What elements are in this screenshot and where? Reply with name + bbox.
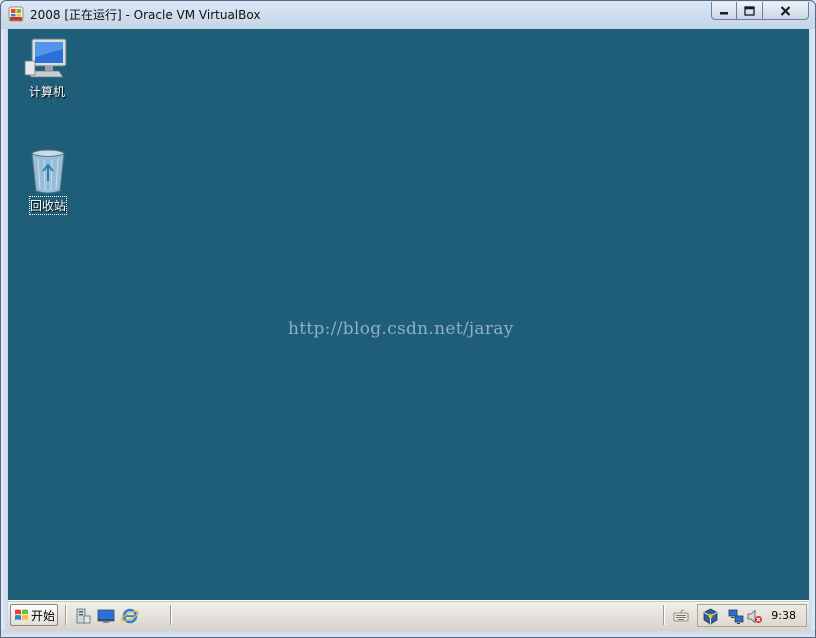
window-border-left xyxy=(1,29,8,631)
taskbar-separator xyxy=(663,605,665,625)
maximize-button[interactable] xyxy=(737,2,763,20)
network-icon[interactable] xyxy=(728,608,745,625)
maximize-icon xyxy=(744,5,755,16)
desktop-icon-computer[interactable]: 计算机 xyxy=(14,37,80,100)
taskbar-clock[interactable]: 9:38 xyxy=(771,609,796,622)
window-title: 2008 [正在运行] - Oracle VM VirtualBox xyxy=(30,8,261,22)
windows-2008-icon xyxy=(8,6,24,22)
system-tray: 9:38 xyxy=(697,604,807,627)
caption-buttons xyxy=(711,2,809,21)
computer-icon xyxy=(24,38,67,78)
internet-explorer-icon[interactable] xyxy=(121,607,139,625)
taskbar-separator xyxy=(170,605,172,625)
watermark-text: http://blog.csdn.net/jaray xyxy=(288,319,514,339)
desktop-icon-label: 计算机 xyxy=(28,85,65,99)
virtualbox-window: 2008 [正在运行] - Oracle VM VirtualBox 计算机 回… xyxy=(0,0,816,638)
minimize-icon xyxy=(720,11,728,14)
show-desktop-icon[interactable] xyxy=(97,607,115,625)
recycle-bin-icon xyxy=(31,149,65,194)
start-button[interactable]: 开始 xyxy=(10,604,58,626)
taskbar-separator xyxy=(65,605,67,625)
volume-muted-icon[interactable] xyxy=(746,608,763,625)
close-button[interactable] xyxy=(763,2,809,20)
taskbar: 开始 9:38 xyxy=(8,600,809,631)
windows-logo-icon xyxy=(15,609,28,620)
window-border-right xyxy=(808,29,815,631)
guest-screen[interactable]: 计算机 回收站 http://blog.csdn.net/jaray 开始 9:… xyxy=(8,29,809,631)
start-label: 开始 xyxy=(31,608,56,623)
desktop-icon-recycle-bin[interactable]: 回收站 xyxy=(15,147,81,215)
virtualbox-icon[interactable] xyxy=(702,608,719,625)
minimize-button[interactable] xyxy=(711,2,737,20)
window-border-bottom xyxy=(1,630,815,637)
keyboard-icon[interactable] xyxy=(672,607,690,625)
title-bar[interactable]: 2008 [正在运行] - Oracle VM VirtualBox xyxy=(1,1,815,28)
close-icon xyxy=(780,5,791,16)
server-manager-icon[interactable] xyxy=(74,607,92,625)
desktop-icon-label: 回收站 xyxy=(28,196,68,215)
